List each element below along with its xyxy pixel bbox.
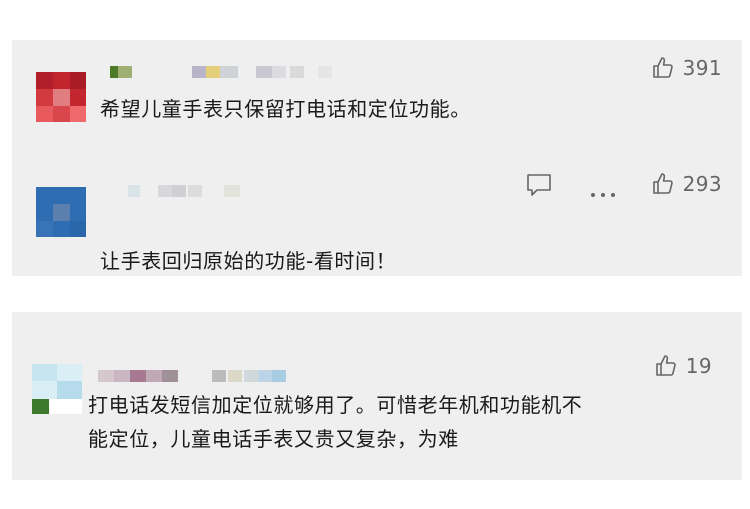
avatar[interactable] [36,187,86,237]
avatar[interactable] [32,364,82,414]
thumb-up-icon [654,354,678,378]
comment-text: 希望儿童手表只保留打电话和定位功能。 [100,97,471,121]
comment-card: 打电话发短信加定位就够用了。可惜老年机和功能机不 能定位，儿童电话手表又贵又复杂… [12,312,742,480]
comment-item: 打电话发短信加定位就够用了。可惜老年机和功能机不 能定位，儿童电话手表又贵又复杂… [12,312,742,480]
avatar[interactable] [36,72,86,122]
like-count: 19 [685,354,712,378]
thumb-up-icon [651,172,675,196]
comment-text-line: 打电话发短信加定位就够用了。可惜老年机和功能机不 [88,393,583,417]
comment-item: 让手表回归原始的功能-看时间！ 293 [12,158,742,276]
like-count: 391 [682,56,722,80]
like-count: 293 [682,172,722,196]
comment-card: 希望儿童手表只保留打电话和定位功能。 391 让手表回归原始的功能-看时间！ 2… [12,40,742,276]
comment-text-line: 能定位，儿童电话手表又贵又复杂，为难 [88,427,459,451]
like-button[interactable]: 19 [654,354,712,378]
like-button[interactable]: 391 [651,56,722,80]
more-icon[interactable] [588,182,618,201]
comment-item: 希望儿童手表只保留打电话和定位功能。 391 [12,40,742,150]
thumb-up-icon [651,56,675,80]
comment-text: 让手表回归原始的功能-看时间！ [100,249,397,273]
like-button[interactable]: 293 [651,172,722,196]
comment-icon[interactable] [525,172,553,202]
